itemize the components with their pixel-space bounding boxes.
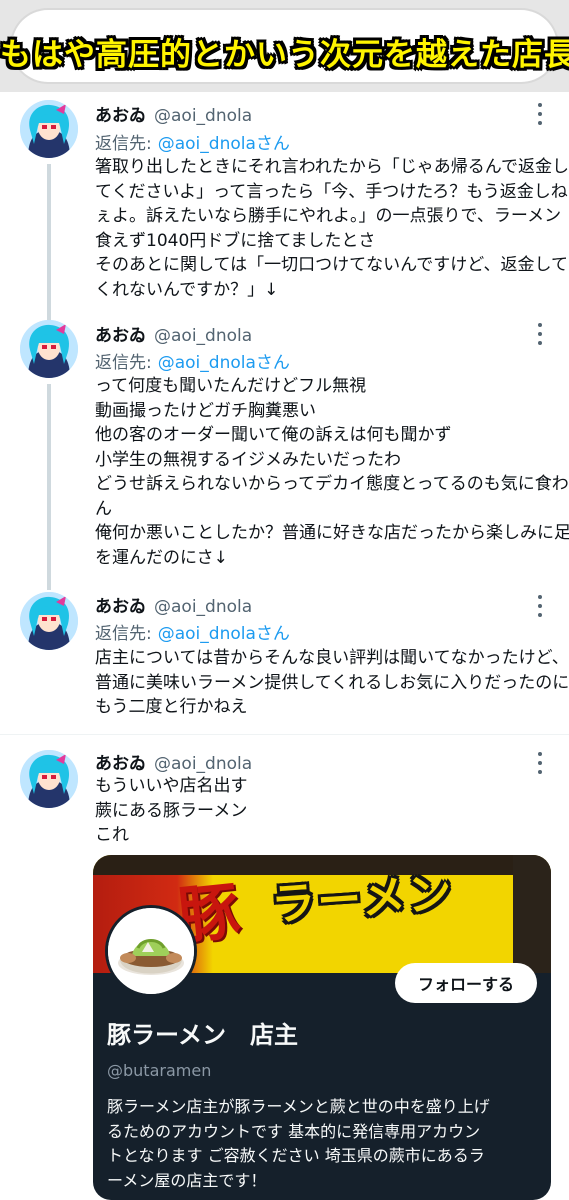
headline-text: もはや高圧的とかいう次元を越えた店長: [0, 37, 569, 73]
reply-mention-link[interactable]: @aoi_dnolaさん: [158, 134, 290, 154]
tweet-text-line: ぇよ。訴えたいなら勝手にやれよ。」の一点張りで、ラーメン: [95, 206, 562, 226]
tweet-text-line: 店主については昔からそんな良い評判は聞いてなかったけど、: [95, 648, 569, 668]
user-avatar[interactable]: [20, 592, 78, 650]
tweet-text-line: どうせ訴えられないからってデカイ態度とってるのも気に食わ: [95, 474, 569, 494]
profile-card[interactable]: 豚 ラーメン フォローする 豚ラーメン 店主 @butaramen 豚ラーメン店…: [93, 855, 551, 1200]
tweet-text-line: ん: [95, 498, 112, 519]
tweet-text-line: てくださいよ」って言ったら「今、手つけたろ？もう返金しね: [95, 181, 568, 202]
more-options-icon[interactable]: [531, 750, 549, 776]
display-name[interactable]: あおゐ: [95, 597, 146, 617]
profile-name[interactable]: 豚ラーメン 店主: [107, 1015, 298, 1050]
tweet-text-line: 普通に美味いラーメン提供してくれるしお気に入りだったのに: [95, 672, 569, 693]
tweet-text: って何度も聞いたんだけどフル無視 動画撮ったけどガチ胸糞悪い 他の客のオーダー聞…: [95, 374, 569, 570]
author-row: あおゐ @aoi_dnola: [95, 592, 252, 617]
handle[interactable]: @aoi_dnola: [154, 597, 252, 617]
tweet-text-line: そのあとに関しては「一切口つけてないんですけど、返金して: [95, 255, 568, 275]
user-avatar[interactable]: [20, 320, 78, 378]
reply-prefix: 返信先:: [95, 134, 152, 154]
follow-button[interactable]: フォローする: [395, 963, 537, 1003]
tweet-text-line: 箸取り出したときにそれ言われたから「じゃあ帰るんで返金し: [95, 157, 569, 177]
tweet-text-line: 他の客のオーダー聞いて俺の訴えは何も聞かず: [95, 425, 452, 445]
tweet-text-line: もう二度と行かねえ: [95, 697, 248, 717]
reply-mention-link[interactable]: @aoi_dnolaさん: [158, 353, 290, 373]
tweet-text-line: もういいや店名出す: [95, 776, 248, 796]
reply-prefix: 返信先:: [95, 624, 152, 644]
tweet-text-line: これ: [95, 825, 129, 845]
tweet-text-line: 小学生の無視するイジメみたいだったわ: [95, 449, 401, 470]
tweet-text-line: 蕨にある豚ラーメン: [95, 800, 248, 821]
headline-banner: もはや高圧的とかいう次元を越えた店長: [0, 0, 569, 92]
author-row: あおゐ @aoi_dnola: [95, 749, 252, 774]
tweet-text-line: って何度も聞いたんだけどフル無視: [95, 376, 367, 396]
handle[interactable]: @aoi_dnola: [154, 754, 252, 774]
tweet-text-line: を運んだのにさ↓: [95, 547, 228, 568]
profile-handle[interactable]: @butaramen: [107, 1061, 211, 1080]
user-avatar[interactable]: [20, 100, 78, 158]
profile-bio: 豚ラーメン店主が豚ラーメンと蕨と世の中を盛り上げ るためのアカウントです 基本的…: [107, 1095, 539, 1193]
tweet-text-line: くれないんですか？」↓: [95, 279, 279, 300]
tweet-text: 箸取り出したときにそれ言われたから「じゃあ帰るんで返金し てくださいよ」って言っ…: [95, 155, 569, 302]
bio-line: るためのアカウントです 基本的に発信専用アカウン: [107, 1121, 481, 1141]
more-options-icon[interactable]: [531, 593, 549, 619]
tweet-text: もういいや店名出す 蕨にある豚ラーメン これ: [95, 774, 557, 848]
display-name[interactable]: あおゐ: [95, 106, 146, 126]
banner-sign-text: ラーメン: [269, 867, 456, 932]
tweet-divider: [0, 734, 569, 735]
handle[interactable]: @aoi_dnola: [154, 326, 252, 346]
tweet-text-line: 動画撮ったけどガチ胸糞悪い: [95, 400, 316, 421]
reply-mention-link[interactable]: @aoi_dnolaさん: [158, 624, 290, 644]
display-name[interactable]: あおゐ: [95, 326, 146, 346]
handle[interactable]: @aoi_dnola: [154, 106, 252, 126]
reply-context: 返信先: @aoi_dnolaさん: [95, 129, 290, 154]
author-row: あおゐ @aoi_dnola: [95, 321, 252, 346]
tweet-text-line: 食えず1040円ドブに捨てましたとさ: [95, 230, 376, 251]
tweet-text-line: 俺何か悪いことしたか？普通に好きな店だったから楽しみに足: [95, 523, 569, 543]
author-row: あおゐ @aoi_dnola: [95, 101, 252, 126]
reply-context: 返信先: @aoi_dnolaさん: [95, 348, 290, 373]
tweet[interactable]: あおゐ @aoi_dnola 返信先: @aoi_dnolaさん 箸取り出したときに…: [0, 92, 569, 314]
bio-line: ーメン屋の店主です！: [107, 1170, 267, 1190]
reply-context: 返信先: @aoi_dnolaさん: [95, 619, 290, 644]
reply-prefix: 返信先:: [95, 353, 152, 373]
tweet[interactable]: あおゐ @aoi_dnola 返信先: @aoi_dnolaさん 店主については昔か…: [0, 586, 569, 734]
bio-line: トとなります ご容赦ください 埼玉県の蕨市にあるラ: [107, 1146, 485, 1165]
banner-pole: [513, 855, 551, 973]
tweet[interactable]: あおゐ @aoi_dnola 返信先: @aoi_dnolaさん って何度も聞いたん…: [0, 314, 569, 586]
more-options-icon[interactable]: [531, 321, 549, 347]
bio-line: 豚ラーメン店主が豚ラーメンと蕨と世の中を盛り上げ: [107, 1097, 490, 1116]
tweet-text: 店主については昔からそんな良い評判は聞いてなかったけど、 普通に美味いラーメン提…: [95, 646, 569, 720]
ramen-bowl-avatar[interactable]: [105, 905, 197, 997]
display-name[interactable]: あおゐ: [95, 754, 146, 774]
more-options-icon[interactable]: [531, 101, 549, 127]
user-avatar[interactable]: [20, 750, 78, 808]
